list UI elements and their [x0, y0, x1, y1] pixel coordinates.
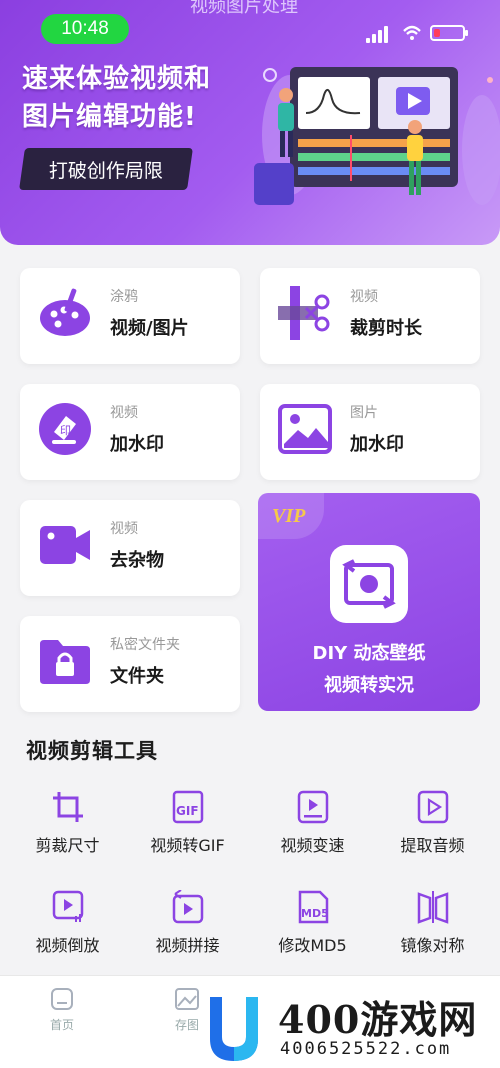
card-title: 去杂物	[110, 550, 164, 571]
battery-icon	[430, 25, 468, 41]
scissors-icon	[278, 286, 330, 340]
video-camera-icon	[40, 526, 90, 564]
page-title: 视频图片处理	[190, 0, 298, 17]
tool-label: 视频转GIF	[150, 836, 225, 855]
cta-button[interactable]: 打破创作局限	[19, 148, 193, 190]
stamp-icon: 印	[39, 403, 91, 455]
card-subtitle: 视频	[350, 289, 378, 305]
card-subtitle: 视频	[110, 521, 138, 537]
card-subtitle: 图片	[350, 405, 378, 421]
card-subtitle: 私密文件夹	[110, 637, 180, 653]
palette-icon	[40, 288, 90, 336]
svg-text:GIF: GIF	[176, 804, 199, 818]
header-banner[interactable]: 视频图片处理 10:48 速来体验视频和 图片编辑功能! 打破创作局限	[0, 0, 500, 245]
lock-folder-icon	[40, 640, 90, 684]
tool-speed[interactable]: 视频变速	[250, 780, 375, 870]
section-title: 视频剪辑工具	[26, 739, 158, 763]
status-time: 10:48	[41, 14, 129, 44]
wifi-icon	[403, 25, 421, 40]
card-title: 加水印	[110, 434, 164, 455]
card-subtitle: 涂鸦	[110, 289, 138, 305]
feature-card-doodle[interactable]: 涂鸦 视频/图片	[20, 268, 240, 364]
feature-card-remove-object[interactable]: 视频 去杂物	[20, 500, 240, 596]
feature-card-image-watermark[interactable]: 图片 加水印	[260, 384, 480, 480]
card-title: 加水印	[350, 434, 404, 455]
signal-icon	[366, 23, 392, 43]
vip-badge: VIP	[258, 493, 324, 539]
mirror-icon	[417, 891, 449, 924]
speed-icon	[297, 790, 329, 824]
feature-card-trim[interactable]: 视频 裁剪时长	[260, 268, 480, 364]
image-icon	[278, 404, 332, 454]
gallery-icon	[175, 988, 199, 1010]
vip-title: DIY 动态壁纸	[312, 643, 426, 664]
tool-merge[interactable]: 视频拼接	[125, 880, 250, 970]
refresh-frame-icon	[330, 545, 408, 623]
audio-extract-icon	[417, 790, 449, 824]
nav-item-home[interactable]: 首页	[27, 986, 97, 1033]
watermark-logo-icon	[210, 997, 258, 1061]
tool-reverse[interactable]: 视频倒放	[5, 880, 130, 970]
banner-headline: 速来体验视频和 图片编辑功能!	[22, 64, 212, 132]
home-icon	[51, 988, 73, 1010]
feature-card-video-watermark[interactable]: 印 视频 加水印	[20, 384, 240, 480]
tool-extract-audio[interactable]: 提取音频	[370, 780, 495, 870]
card-title: 裁剪时长	[350, 318, 422, 339]
tool-label: 剪裁尺寸	[35, 836, 100, 855]
feature-card-private-folder[interactable]: 私密文件夹 文件夹	[20, 616, 240, 712]
tool-label: 镜像对称	[400, 936, 465, 955]
svg-text:印: 印	[60, 424, 71, 437]
crop-icon	[53, 792, 83, 822]
tool-mirror[interactable]: 镜像对称	[370, 880, 495, 970]
card-title: 文件夹	[110, 666, 164, 687]
tool-label: 提取音频	[400, 836, 465, 855]
merge-icon	[172, 890, 204, 924]
reverse-play-icon	[52, 890, 84, 922]
tool-label: 视频变速	[280, 836, 345, 855]
gif-icon: GIF	[172, 790, 204, 824]
vip-live-wallpaper-card[interactable]: VIP DIY 动态壁纸 视频转实况	[258, 493, 480, 711]
tool-label: 视频倒放	[35, 936, 100, 955]
tool-crop[interactable]: 剪裁尺寸	[5, 780, 130, 870]
editor-illustration	[254, 67, 500, 205]
card-subtitle: 视频	[110, 405, 138, 421]
svg-text:MD5: MD5	[301, 907, 329, 920]
tool-gif[interactable]: GIF 视频转GIF	[125, 780, 250, 870]
card-title: 视频/图片	[110, 318, 189, 339]
md5-icon: MD5	[298, 890, 329, 924]
tool-md5[interactable]: MD5 修改MD5	[250, 880, 375, 970]
site-watermark: 400游戏网 4006525522.com	[200, 985, 500, 1068]
tool-label: 修改MD5	[278, 936, 347, 955]
tool-label: 视频拼接	[155, 936, 220, 955]
vip-subtitle: 视频转实况	[324, 675, 414, 696]
